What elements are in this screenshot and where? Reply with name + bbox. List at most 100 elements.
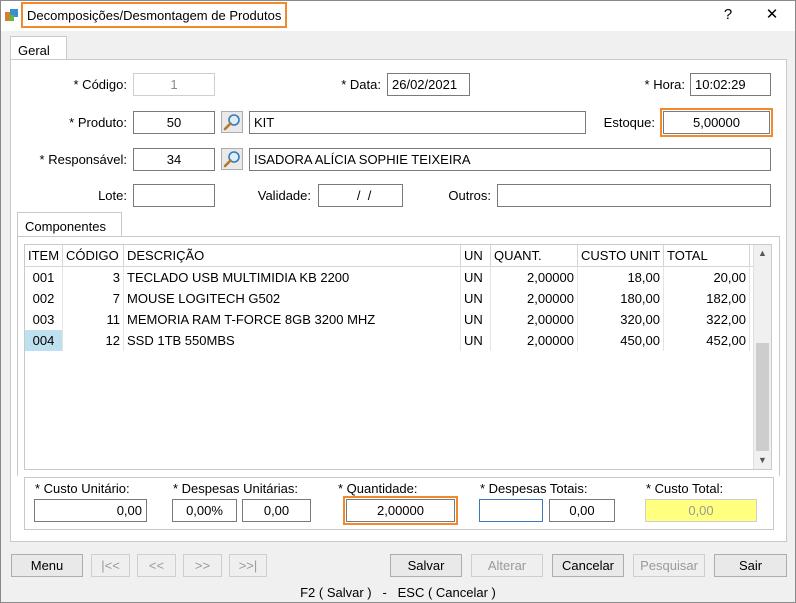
despesas-unitarias-field[interactable]: 0,00 xyxy=(242,499,311,522)
cell-un[interactable]: UN xyxy=(461,330,491,351)
title-bar: Decomposições/Desmontagem de Produtos ? … xyxy=(1,1,795,31)
validade-field[interactable]: / / xyxy=(318,184,403,207)
responsavel-code-field[interactable]: 34 xyxy=(133,148,215,171)
search-icon xyxy=(223,151,240,168)
despesas-totais-label: * Despesas Totais: xyxy=(480,481,588,496)
despesas-unitarias-label: * Despesas Unitárias: xyxy=(173,481,298,496)
decomposicoes-window: Decomposições/Desmontagem de Produtos ? … xyxy=(0,0,796,603)
tab-geral[interactable]: Geral xyxy=(10,36,67,60)
responsavel-name-field[interactable]: ISADORA ALÍCIA SOPHIE TEIXEIRA xyxy=(249,148,771,171)
previous-record-button[interactable]: << xyxy=(137,554,176,577)
despesas-unitarias-pct-field[interactable]: 0,00% xyxy=(172,499,237,522)
col-descricao-header[interactable]: DESCRIÇÃO xyxy=(124,245,461,267)
sair-button[interactable]: Sair xyxy=(714,554,787,577)
data-label: * Data: xyxy=(341,77,381,92)
cell-item[interactable]: 003 xyxy=(25,309,63,330)
outros-label: Outros: xyxy=(448,188,491,203)
quantidade-label: * Quantidade: xyxy=(338,481,418,496)
next-record-button[interactable]: >> xyxy=(183,554,222,577)
custo-total-label: * Custo Total: xyxy=(646,481,724,496)
estoque-field[interactable]: 5,00000 xyxy=(660,108,773,137)
codigo-label: * Código: xyxy=(73,77,127,92)
custo-total-field[interactable]: 0,00 xyxy=(645,499,757,522)
table-row[interactable]: 001 3 TECLADO USB MULTIMIDIA KB 2200 UN … xyxy=(25,267,753,288)
cell-total[interactable]: 182,00 xyxy=(664,288,750,309)
quantidade-field[interactable]: 2,00000 xyxy=(343,496,458,525)
lote-field[interactable] xyxy=(133,184,215,207)
cell-codigo[interactable]: 11 xyxy=(63,309,124,330)
alterar-button[interactable]: Alterar xyxy=(471,554,543,577)
col-total-header[interactable]: TOTAL xyxy=(664,245,750,267)
cell-codigo[interactable]: 7 xyxy=(63,288,124,309)
search-icon xyxy=(223,114,240,131)
col-quant-header[interactable]: QUANT. xyxy=(491,245,578,267)
table-row-selected[interactable]: 004 12 SSD 1TB 550MBS UN 2,00000 450,00 … xyxy=(25,330,753,351)
despesas-totais-field[interactable]: 0,00 xyxy=(549,499,615,522)
cell-custo-unit[interactable]: 18,00 xyxy=(578,267,664,288)
produto-code-field[interactable]: 50 xyxy=(133,111,215,134)
produto-search-button[interactable] xyxy=(221,111,243,133)
despesas-totais-input[interactable] xyxy=(479,499,543,522)
cell-total[interactable]: 322,00 xyxy=(664,309,750,330)
col-custo-unit-header[interactable]: CUSTO UNIT xyxy=(578,245,664,267)
cell-quant[interactable]: 2,00000 xyxy=(491,330,578,351)
grid-header: ITEM CÓDIGO DESCRIÇÃO UN QUANT. CUSTO UN… xyxy=(25,245,753,267)
grid-vertical-scrollbar[interactable]: ▲ ▼ xyxy=(753,245,771,469)
produto-name-field[interactable]: KIT xyxy=(249,111,586,134)
scroll-thumb[interactable] xyxy=(756,343,769,451)
cell-total[interactable]: 452,00 xyxy=(664,330,750,351)
scroll-down-icon[interactable]: ▼ xyxy=(754,452,771,469)
cell-descricao[interactable]: TECLADO USB MULTIMIDIA KB 2200 xyxy=(124,267,461,288)
salvar-button[interactable]: Salvar xyxy=(390,554,462,577)
custo-unitario-field[interactable]: 0,00 xyxy=(34,499,147,522)
cell-quant[interactable]: 2,00000 xyxy=(491,288,578,309)
cell-codigo[interactable]: 12 xyxy=(63,330,124,351)
estoque-label: Estoque: xyxy=(603,115,655,130)
cell-custo-unit[interactable]: 180,00 xyxy=(578,288,664,309)
cell-descricao[interactable]: MEMORIA RAM T-FORCE 8GB 3200 MHZ xyxy=(124,309,461,330)
outros-field[interactable] xyxy=(497,184,771,207)
cancelar-button[interactable]: Cancelar xyxy=(552,554,624,577)
scroll-up-icon[interactable]: ▲ xyxy=(754,245,771,262)
table-row[interactable]: 003 11 MEMORIA RAM T-FORCE 8GB 3200 MHZ … xyxy=(25,309,753,330)
hora-field[interactable]: 10:02:29 xyxy=(690,73,771,96)
lote-label: Lote: xyxy=(98,188,127,203)
app-icon xyxy=(5,9,18,21)
data-field[interactable]: 26/02/2021 xyxy=(387,73,470,96)
responsavel-label: * Responsável: xyxy=(39,152,127,167)
codigo-field[interactable]: 1 xyxy=(133,73,215,96)
table-row[interactable]: 002 7 MOUSE LOGITECH G502 UN 2,00000 180… xyxy=(25,288,753,309)
cell-custo-unit[interactable]: 320,00 xyxy=(578,309,664,330)
custo-unitario-label: * Custo Unitário: xyxy=(35,481,130,496)
cell-un[interactable]: UN xyxy=(461,267,491,288)
help-button[interactable]: ? xyxy=(713,4,743,26)
window-title: Decomposições/Desmontagem de Produtos xyxy=(21,2,288,28)
shortcut-hint: F2 ( Salvar ) - ESC ( Cancelar ) xyxy=(300,585,496,600)
cell-item[interactable]: 002 xyxy=(25,288,63,309)
cell-item-selected[interactable]: 004 xyxy=(25,330,63,351)
last-record-button[interactable]: >>| xyxy=(229,554,267,577)
validade-label: Validade: xyxy=(257,188,311,203)
first-record-button[interactable]: |<< xyxy=(91,554,130,577)
close-button[interactable]: ✕ xyxy=(757,4,787,26)
cell-descricao[interactable]: SSD 1TB 550MBS xyxy=(124,330,461,351)
componentes-grid: ITEM CÓDIGO DESCRIÇÃO UN QUANT. CUSTO UN… xyxy=(24,244,772,470)
cell-quant[interactable]: 2,00000 xyxy=(491,267,578,288)
responsavel-search-button[interactable] xyxy=(221,148,243,170)
cell-custo-unit[interactable]: 450,00 xyxy=(578,330,664,351)
cell-codigo[interactable]: 3 xyxy=(63,267,124,288)
cell-un[interactable]: UN xyxy=(461,288,491,309)
cell-un[interactable]: UN xyxy=(461,309,491,330)
menu-button[interactable]: Menu xyxy=(11,554,83,577)
col-codigo-header[interactable]: CÓDIGO xyxy=(63,245,124,267)
cell-quant[interactable]: 2,00000 xyxy=(491,309,578,330)
col-un-header[interactable]: UN xyxy=(461,245,491,267)
pesquisar-button[interactable]: Pesquisar xyxy=(633,554,705,577)
hora-label: * Hora: xyxy=(644,77,685,92)
cell-item[interactable]: 001 xyxy=(25,267,63,288)
cell-descricao[interactable]: MOUSE LOGITECH G502 xyxy=(124,288,461,309)
produto-label: * Produto: xyxy=(69,115,127,130)
tab-componentes[interactable]: Componentes xyxy=(17,212,122,237)
col-item-header[interactable]: ITEM xyxy=(25,245,63,267)
cell-total[interactable]: 20,00 xyxy=(664,267,750,288)
